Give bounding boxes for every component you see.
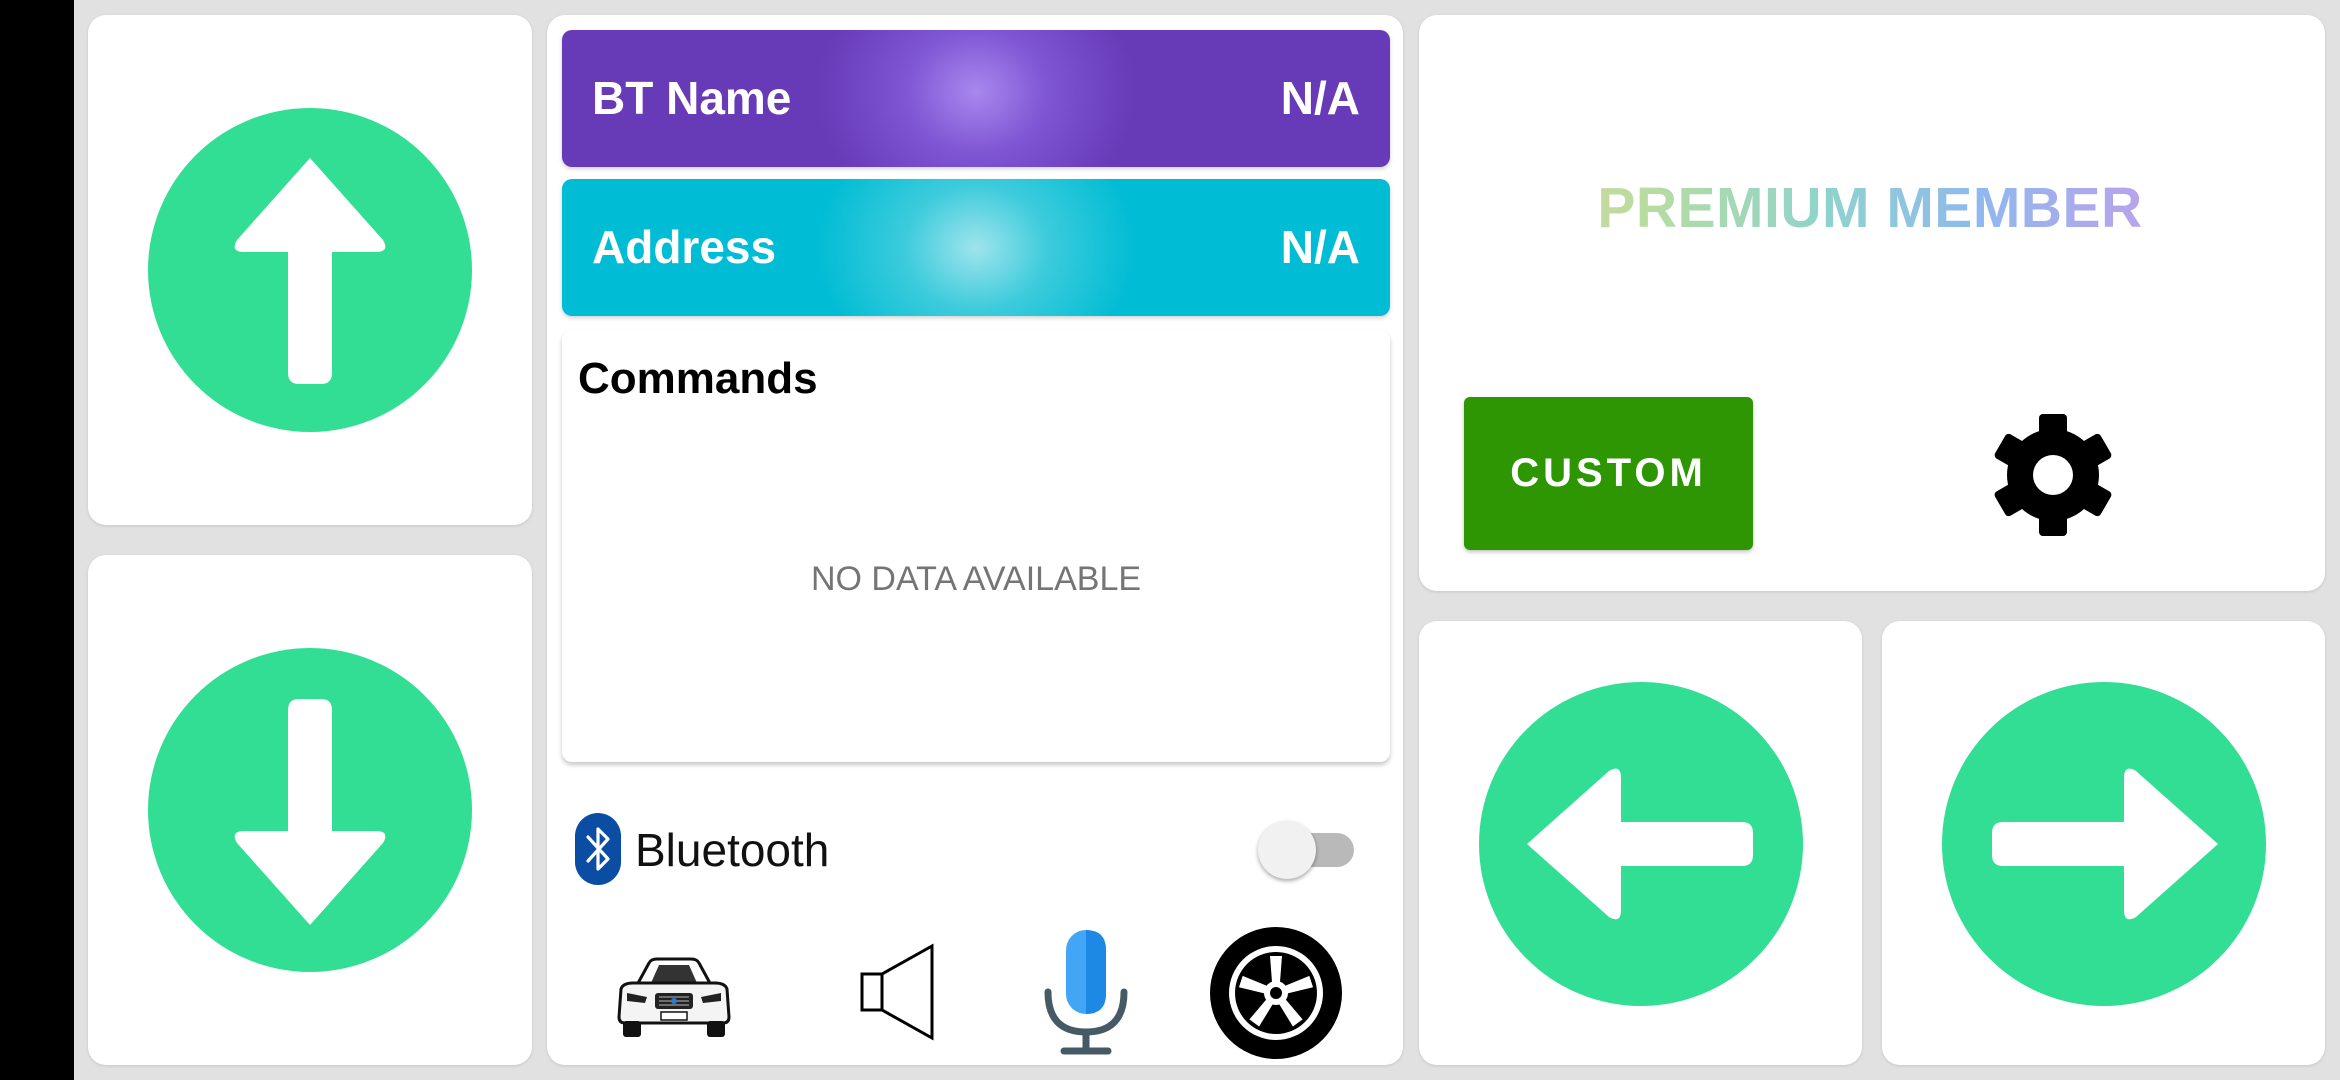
arrow-down-icon xyxy=(148,648,472,972)
left-edge-strip xyxy=(0,0,74,1080)
microphone-icon[interactable] xyxy=(1036,928,1136,1056)
bluetooth-icon xyxy=(575,813,621,885)
down-card xyxy=(88,555,532,1065)
move-backward-button[interactable] xyxy=(148,648,472,972)
address-label: Address xyxy=(592,221,777,273)
speaker-icon[interactable] xyxy=(858,942,938,1042)
gear-icon xyxy=(1994,414,2112,536)
bt-name-value: N/A xyxy=(1280,72,1360,124)
custom-button[interactable]: CUSTOM xyxy=(1464,397,1753,550)
arrow-right-icon xyxy=(1942,682,2266,1006)
turn-left-button[interactable] xyxy=(1479,682,1803,1006)
bt-name-label: BT Name xyxy=(592,72,792,124)
arrow-left-icon xyxy=(1479,682,1803,1006)
left-turn-card xyxy=(1419,621,1862,1065)
commands-card: Commands NO DATA AVAILABLE xyxy=(562,330,1390,762)
bluetooth-toggle[interactable] xyxy=(1258,821,1356,879)
commands-title: Commands xyxy=(578,354,818,403)
bluetooth-label: Bluetooth xyxy=(635,824,830,876)
commands-empty-text: NO DATA AVAILABLE xyxy=(810,560,1142,598)
settings-button[interactable] xyxy=(1990,412,2116,538)
move-forward-button[interactable] xyxy=(148,108,472,432)
arrow-up-icon xyxy=(148,108,472,432)
premium-member-label: PREMIUM MEMBER xyxy=(1420,175,2320,241)
address-value: N/A xyxy=(1280,221,1360,273)
car-icon[interactable] xyxy=(615,955,733,1039)
wheel-icon[interactable] xyxy=(1209,926,1343,1060)
turn-right-button[interactable] xyxy=(1942,682,2266,1006)
toggle-thumb xyxy=(1258,821,1316,879)
bt-name-bar: BT Name N/A xyxy=(562,30,1390,167)
right-turn-card xyxy=(1882,621,2325,1065)
address-bar: Address N/A xyxy=(562,179,1390,316)
up-card xyxy=(88,15,532,525)
